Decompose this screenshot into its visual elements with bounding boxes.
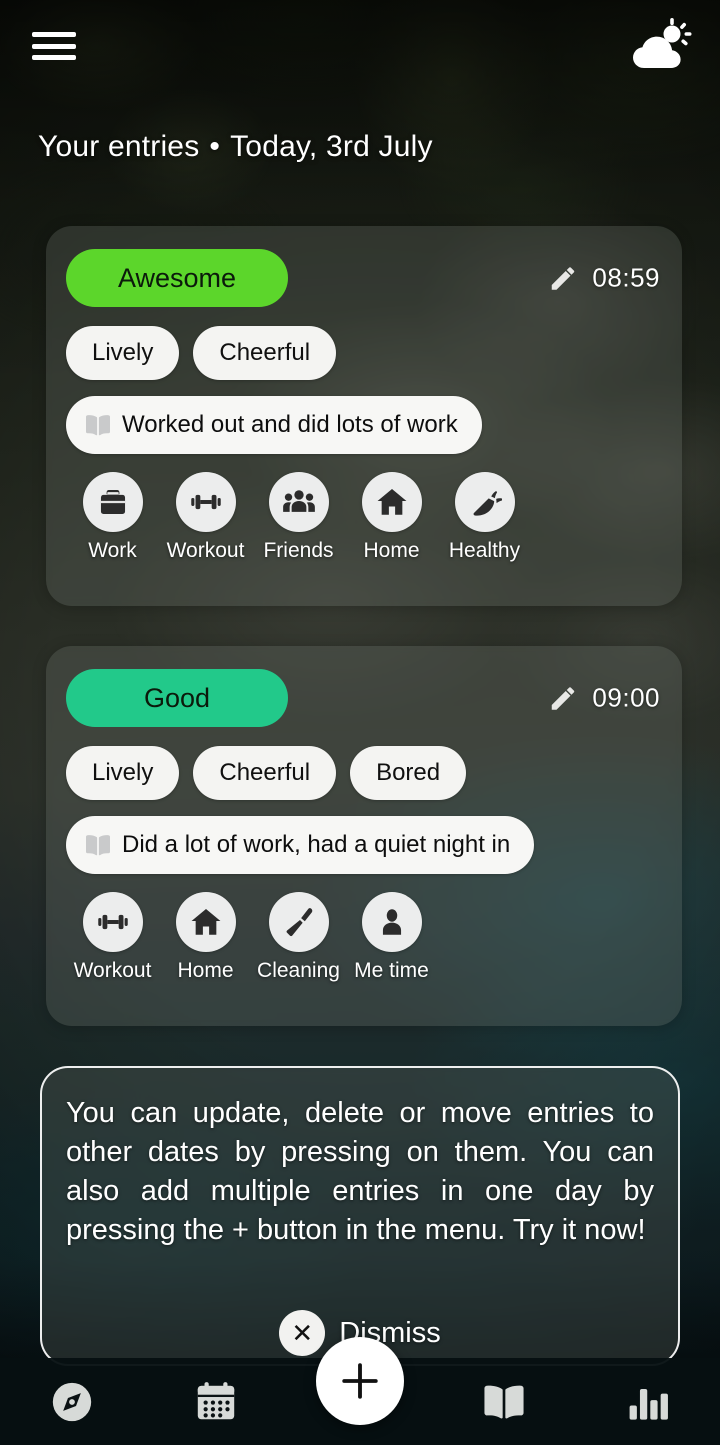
entry-note-text: Worked out and did lots of work xyxy=(122,411,458,438)
pencil-icon[interactable] xyxy=(548,263,578,293)
activity-item[interactable]: Me time xyxy=(345,892,438,983)
feeling-chip[interactable]: Lively xyxy=(66,326,180,380)
dumbbell-icon xyxy=(175,472,236,532)
activity-label: Workout xyxy=(166,539,245,562)
feeling-chip[interactable]: Lively xyxy=(66,746,180,800)
entry-time: 08:59 xyxy=(592,262,660,293)
page-title-separator: • xyxy=(209,130,221,163)
activity-label: Me time xyxy=(354,959,429,982)
hamburger-line xyxy=(32,55,76,60)
entry-meta: 09:00 xyxy=(548,683,660,714)
dumbbell-icon xyxy=(82,892,143,952)
activity-item[interactable]: Friends xyxy=(252,472,345,563)
house-icon xyxy=(361,472,422,532)
activity-item[interactable]: Workout xyxy=(66,892,159,983)
book-icon xyxy=(84,833,112,857)
book-open-icon xyxy=(481,1379,527,1425)
mood-badge[interactable]: Good xyxy=(66,669,288,727)
bar-chart-icon xyxy=(625,1379,671,1425)
entry-note[interactable]: Did a lot of work, had a quiet night in xyxy=(66,816,535,874)
broom-icon xyxy=(268,892,329,952)
briefcase-icon xyxy=(82,472,143,532)
activity-item[interactable]: Home xyxy=(159,892,252,983)
entry-header: Awesome 08:59 xyxy=(66,248,662,308)
activity-item[interactable]: Workout xyxy=(159,472,252,563)
carrot-icon xyxy=(454,472,515,532)
person-icon xyxy=(361,892,422,952)
feeling-chip[interactable]: Bored xyxy=(350,746,467,800)
partly-cloudy-icon[interactable] xyxy=(628,18,692,74)
close-icon[interactable]: ✕ xyxy=(279,1310,326,1356)
hamburger-line xyxy=(32,32,76,37)
add-entry-fab[interactable] xyxy=(316,1337,404,1425)
nav-calendar[interactable] xyxy=(144,1358,288,1445)
activity-label: Healthy xyxy=(448,539,521,562)
activity-item[interactable]: Work xyxy=(66,472,159,563)
activity-label: Home xyxy=(177,959,234,982)
feeling-chip[interactable]: Cheerful xyxy=(193,326,337,380)
activities-row: Workout Home Cleaning Me time xyxy=(66,892,662,983)
activities-row: Work Workout Friends Home Healthy xyxy=(66,472,662,563)
house-icon xyxy=(175,892,236,952)
calendar-icon xyxy=(193,1379,239,1425)
hint-text: You can update, delete or move entries t… xyxy=(66,1097,654,1246)
page-title-main: Your entries xyxy=(38,130,200,163)
activity-label: Workout xyxy=(73,959,152,982)
entry-note[interactable]: Worked out and did lots of work xyxy=(66,396,482,454)
feelings-row: Lively Cheerful xyxy=(66,326,662,380)
entry-meta: 08:59 xyxy=(548,263,660,294)
mood-badge[interactable]: Awesome xyxy=(66,249,288,307)
entry-time: 09:00 xyxy=(592,682,660,713)
activity-label: Work xyxy=(88,539,137,562)
page-title-date: Today, 3rd July xyxy=(230,130,433,163)
page-title: Your entries • Today, 3rd July xyxy=(38,130,433,164)
activity-item[interactable]: Cleaning xyxy=(252,892,345,983)
hamburger-line xyxy=(32,43,76,49)
app-screen: Your entries • Today, 3rd July Awesome 08:… xyxy=(0,0,720,1445)
entry-note-text: Did a lot of work, had a quiet night in xyxy=(122,831,511,858)
hint-card: You can update, delete or move entries t… xyxy=(40,1066,680,1366)
pencil-icon[interactable] xyxy=(548,683,578,713)
nav-stats[interactable] xyxy=(576,1358,720,1445)
plus-icon xyxy=(338,1359,382,1403)
entry-card[interactable]: Good 09:00 Lively Cheerful Bored Did a l… xyxy=(46,646,682,1026)
feelings-row: Lively Cheerful Bored xyxy=(66,746,662,800)
activity-item[interactable]: Home xyxy=(345,472,438,563)
book-icon xyxy=(84,413,112,437)
activity-label: Home xyxy=(363,539,420,562)
activity-item[interactable]: Healthy xyxy=(438,472,531,563)
feeling-chip[interactable]: Cheerful xyxy=(193,746,337,800)
entries-scroll-area[interactable]: Awesome 08:59 Lively Cheerful Worked out… xyxy=(0,218,720,1445)
top-bar xyxy=(0,0,720,92)
nav-diary[interactable] xyxy=(432,1358,576,1445)
entry-header: Good 09:00 xyxy=(66,668,662,728)
compass-icon xyxy=(49,1379,95,1425)
nav-discover[interactable] xyxy=(0,1358,144,1445)
entry-card[interactable]: Awesome 08:59 Lively Cheerful Worked out… xyxy=(46,226,682,606)
activity-label: Cleaning xyxy=(257,959,340,982)
people-icon xyxy=(268,472,329,532)
activity-label: Friends xyxy=(263,539,334,562)
hamburger-menu-icon[interactable] xyxy=(32,29,76,63)
